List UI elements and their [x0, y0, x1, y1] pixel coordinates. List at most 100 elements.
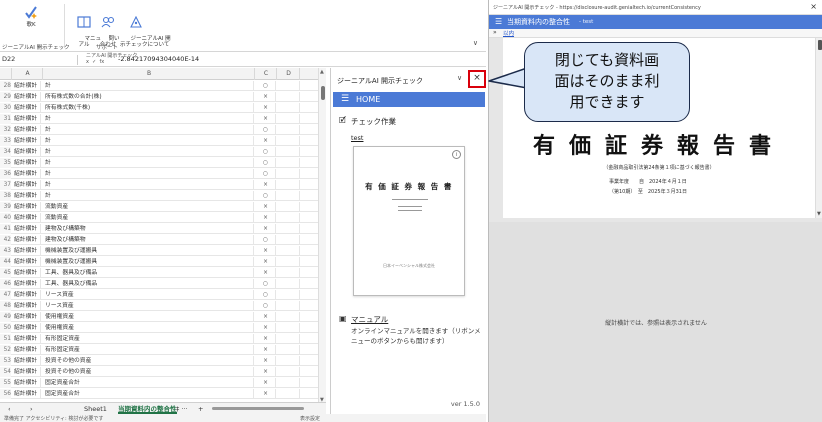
table-row[interactable]: 51 紹計横計 有形固定資産 ×: [0, 334, 318, 345]
row-number[interactable]: 46: [0, 279, 11, 289]
cell-a[interactable]: 紹計横計: [13, 246, 41, 256]
table-row[interactable]: 36 紹計横計計 ○: [0, 169, 318, 180]
row-number[interactable]: 53: [0, 356, 11, 366]
cell-b[interactable]: 固定資産合計: [44, 378, 254, 388]
cell-d[interactable]: [278, 301, 300, 311]
cell-d[interactable]: [278, 180, 300, 190]
cell-a[interactable]: 紹計横計: [13, 224, 41, 234]
cell-d[interactable]: [278, 191, 300, 201]
table-row[interactable]: 43 紹計横計 機械装置及び運搬具 ×: [0, 246, 318, 257]
cell-a[interactable]: 紹計横計: [13, 81, 41, 91]
row-number[interactable]: 30: [0, 103, 11, 113]
cell-c[interactable]: ×: [256, 246, 276, 256]
cell-d[interactable]: [278, 279, 300, 289]
row-number[interactable]: 47: [0, 290, 11, 300]
cell-d[interactable]: [278, 235, 300, 245]
hamburger-menu-icon[interactable]: ☰: [495, 15, 502, 29]
cell-b[interactable]: 固定資産合計: [44, 389, 254, 399]
cell-c[interactable]: ×: [256, 224, 276, 234]
table-row[interactable]: 30 紹計横計 所有株式数(千株) ×: [0, 103, 318, 114]
cell-b[interactable]: 機械装置及び運搬具: [44, 246, 254, 256]
table-row[interactable]: 34 紹計横計計 ○: [0, 147, 318, 158]
cell-c[interactable]: ×: [256, 312, 276, 322]
vertical-scroll-thumb[interactable]: [321, 86, 325, 100]
cell-c[interactable]: ○: [256, 279, 276, 289]
cell-d[interactable]: [278, 323, 300, 333]
tab-next-icon[interactable]: ›: [30, 404, 33, 414]
cell-c[interactable]: ×: [256, 268, 276, 278]
cell-d[interactable]: [278, 389, 300, 399]
table-row[interactable]: 42 紹計横計 建物及び構築物 ○: [0, 235, 318, 246]
cell-d[interactable]: [278, 103, 300, 113]
cell-d[interactable]: [278, 158, 300, 168]
row-number[interactable]: 34: [0, 147, 11, 157]
pane-options-chevron-icon[interactable]: ∨: [457, 74, 462, 82]
cell-a[interactable]: 紹計横計: [13, 136, 41, 146]
cell-b[interactable]: 計: [44, 158, 254, 168]
formula-value[interactable]: -2.84217094304040E-14: [118, 55, 199, 63]
table-row[interactable]: 33 紹計横計計 ×: [0, 136, 318, 147]
cell-d[interactable]: [278, 125, 300, 135]
row-number[interactable]: 33: [0, 136, 11, 146]
cell-a[interactable]: 紹計横計: [13, 114, 41, 124]
table-row[interactable]: 55 紹計横計 固定資産合計 ×: [0, 378, 318, 389]
cell-b[interactable]: 計: [44, 136, 254, 146]
pane-home-nav[interactable]: ☰ HOME: [333, 92, 485, 107]
cell-b[interactable]: 所有株式数の合計(株): [44, 92, 254, 102]
row-number[interactable]: 45: [0, 268, 11, 278]
cell-d[interactable]: [278, 147, 300, 157]
cell-a[interactable]: 紹計横計: [13, 202, 41, 212]
horizontal-scroll-thumb[interactable]: [212, 407, 304, 410]
table-row[interactable]: 32 紹計横計計 ○: [0, 125, 318, 136]
cell-b[interactable]: 流動資産: [44, 213, 254, 223]
row-number[interactable]: 29: [0, 92, 11, 102]
cell-a[interactable]: 紹計横計: [13, 389, 41, 399]
cell-d[interactable]: [278, 268, 300, 278]
table-row[interactable]: 38 紹計横計計 ○: [0, 191, 318, 202]
table-row[interactable]: 41 紹計横計 建物及び構築物 ×: [0, 224, 318, 235]
row-number[interactable]: 41: [0, 224, 11, 234]
table-row[interactable]: 52 紹計横計 有形固定資産 ×: [0, 345, 318, 356]
cell-a[interactable]: 紹計横計: [13, 257, 41, 267]
row-number[interactable]: 55: [0, 378, 11, 388]
cell-a[interactable]: 紹計横計: [13, 378, 41, 388]
cell-a[interactable]: 紹計横計: [13, 191, 41, 201]
table-row[interactable]: 54 紹計横計 投資その他の資産 ×: [0, 367, 318, 378]
cell-c[interactable]: ×: [256, 323, 276, 333]
cell-c[interactable]: ×: [256, 136, 276, 146]
cell-d[interactable]: [278, 213, 300, 223]
table-row[interactable]: 35 紹計横計計 ○: [0, 158, 318, 169]
row-number[interactable]: 35: [0, 158, 11, 168]
cell-a[interactable]: 紹計横計: [13, 180, 41, 190]
cell-b[interactable]: 有形固定資産: [44, 345, 254, 355]
cell-d[interactable]: [278, 136, 300, 146]
document-tab-link[interactable]: 以内: [503, 29, 514, 37]
cell-a[interactable]: 紹計横計: [13, 147, 41, 157]
cell-a[interactable]: 紹計横計: [13, 356, 41, 366]
cell-a[interactable]: 紹計横計: [13, 290, 41, 300]
cell-a[interactable]: 紹計横計: [13, 125, 41, 135]
cell-d[interactable]: [278, 169, 300, 179]
browser-url[interactable]: ジーニアルAI 開示チェック - https://disclosure-audi…: [493, 4, 701, 11]
table-row[interactable]: 28 紹計横計計 ○: [0, 81, 318, 92]
manual-link[interactable]: マニュアル: [351, 314, 388, 325]
select-all-corner[interactable]: [0, 68, 12, 80]
cell-a[interactable]: 紹計横計: [13, 103, 41, 113]
row-number[interactable]: 43: [0, 246, 11, 256]
cell-a[interactable]: 紹計横計: [13, 312, 41, 322]
cell-c[interactable]: ○: [256, 235, 276, 245]
add-sheet-icon[interactable]: +: [198, 404, 203, 414]
cell-b[interactable]: 計: [44, 191, 254, 201]
tab-current-consistency[interactable]: 当期資料内の整合性: [118, 404, 177, 414]
cell-b[interactable]: 計: [44, 125, 254, 135]
cell-b[interactable]: 計: [44, 81, 254, 91]
cell-d[interactable]: [278, 312, 300, 322]
cell-a[interactable]: 紹計横計: [13, 301, 41, 311]
cell-c[interactable]: ×: [256, 345, 276, 355]
table-row[interactable]: 45 紹計横計 工具、器具及び備品 ×: [0, 268, 318, 279]
cell-c[interactable]: ×: [256, 103, 276, 113]
row-number[interactable]: 44: [0, 257, 11, 267]
table-row[interactable]: 39 紹計横計 流動資産 ×: [0, 202, 318, 213]
cell-c[interactable]: ○: [256, 147, 276, 157]
cell-a[interactable]: 紹計横計: [13, 92, 41, 102]
